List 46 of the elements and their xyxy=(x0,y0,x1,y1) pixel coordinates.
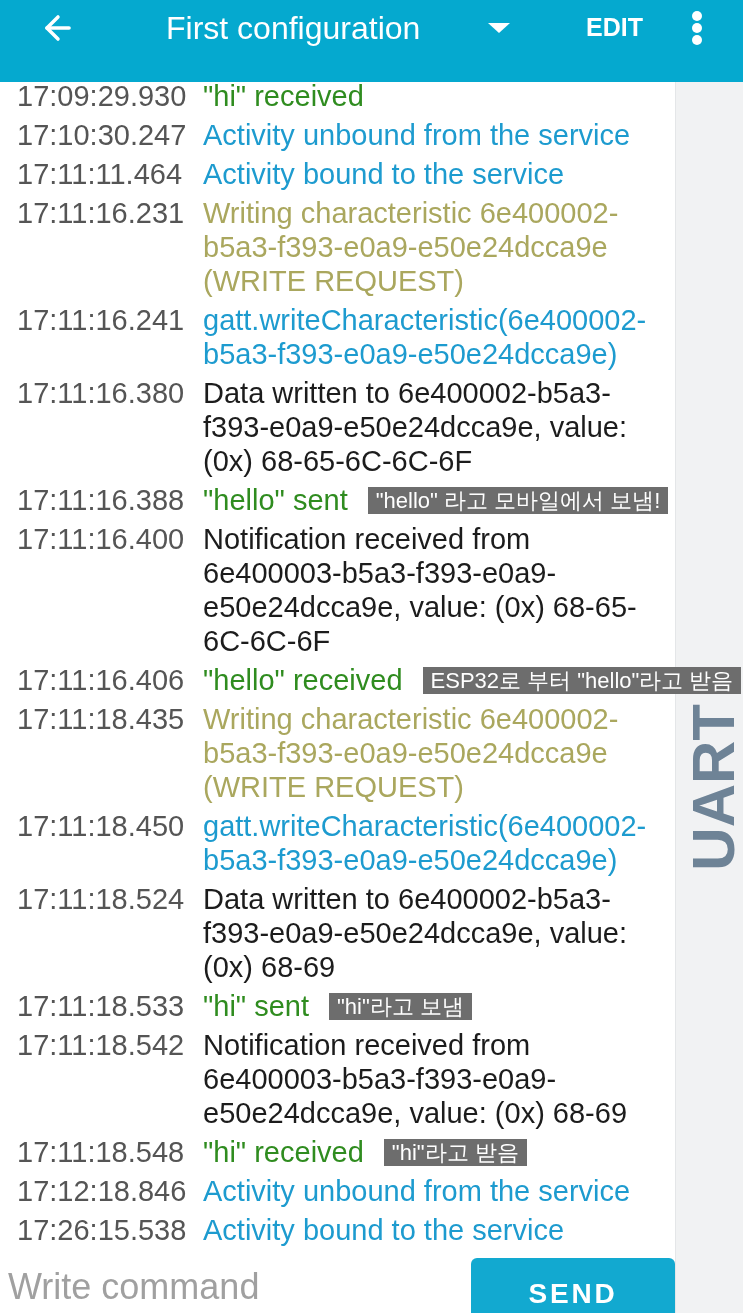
log-message: Writing characteristic 6e400002-b5a3-f393-e0a9-e50e24dcca9e (WRITE REQUEST) xyxy=(203,196,620,298)
log-timestamp: 17:10:30.247 xyxy=(17,118,188,152)
log-timestamp: 17:11:16.388 xyxy=(17,483,186,517)
annotation-label: ESP32로 부터 "hello"라고 받음 xyxy=(422,666,742,694)
log-message: "hello" sent xyxy=(203,483,348,517)
log-timestamp: 17:26:15.538 xyxy=(17,1213,188,1247)
log-timestamp: 17:12:18.846 xyxy=(17,1174,188,1208)
send-button[interactable]: SEND xyxy=(471,1258,675,1313)
annotation-label: "hi"라고 받음 xyxy=(383,1138,527,1166)
log-message: Activity bound to the service xyxy=(203,1213,566,1247)
log-message: "hi" received xyxy=(203,79,365,113)
more-options-button[interactable] xyxy=(691,10,703,45)
log-message: "hello" received xyxy=(203,663,403,697)
log-timestamp: 17:11:18.435 xyxy=(17,702,186,736)
caret-icon xyxy=(488,22,511,33)
annotation-label: "hi"라고 보냄 xyxy=(329,992,472,1020)
log-message: "hi" sent xyxy=(203,989,310,1023)
log-message: Activity unbound from the service xyxy=(203,118,632,152)
log-timestamp: 17:09:29.930 xyxy=(17,79,188,113)
edit-button[interactable]: EDIT xyxy=(586,15,643,40)
log-message: Data written to 6e400002-b5a3-f393-e0a9-e50e24dcca9e, value: (0x) 68-69 xyxy=(203,882,629,984)
log-message: Activity unbound from the service xyxy=(203,1174,632,1208)
log-message: "hi" received xyxy=(203,1135,364,1169)
log-timestamp: 17:11:16.406 xyxy=(17,663,186,697)
log-message: Notification received from 6e400003-b5a3-f393-e0a9-e50e24dcca9e, value: (0x) 68-69 xyxy=(203,1028,628,1130)
log-message: gatt.writeCharacteristic(6e400002-b5a3-f393-e0a9-e50e24dcca9e) xyxy=(203,303,648,371)
log-timestamp: 17:11:18.450 xyxy=(17,809,186,843)
log-message: Writing characteristic 6e400002-b5a3-f393-e0a9-e50e24dcca9e (WRITE REQUEST) xyxy=(203,702,620,804)
log-message: Activity bound to the service xyxy=(203,157,566,191)
command-input[interactable]: Write command xyxy=(0,1261,460,1313)
log-timestamp: 17:11:18.542 xyxy=(17,1028,186,1062)
log-timestamp: 17:11:16.241 xyxy=(17,303,186,337)
log-timestamp: 17:11:16.380 xyxy=(17,376,186,410)
annotation-label: "hello" 라고 모바일에서 보냄! xyxy=(367,486,669,514)
log-message: Data written to 6e400002-b5a3-f393-e0a9-e50e24dcca9e, value: (0x) 68-65-6C-6C-6F xyxy=(203,376,629,478)
log-timestamp: 17:11:18.548 xyxy=(17,1135,186,1169)
configuration-dropdown[interactable]: First configuration xyxy=(166,11,511,44)
log-timestamp: 17:11:18.524 xyxy=(17,882,186,916)
side-tab-label[interactable]: UART xyxy=(684,704,743,871)
log-timestamp: 17:11:18.533 xyxy=(17,989,186,1023)
log-message: Notification received from 6e400003-b5a3-f393-e0a9-e50e24dcca9e, value: (0x) 68-65-6C-6C-6F xyxy=(203,522,638,658)
log-timestamp: 17:11:11.464 xyxy=(17,157,184,191)
log-timestamp: 17:11:16.231 xyxy=(17,196,186,230)
log-timestamp: 17:11:16.400 xyxy=(17,522,186,556)
vertical-dots-icon xyxy=(691,10,703,45)
log-message: gatt.writeCharacteristic(6e400002-b5a3-f393-e0a9-e50e24dcca9e) xyxy=(203,809,648,877)
